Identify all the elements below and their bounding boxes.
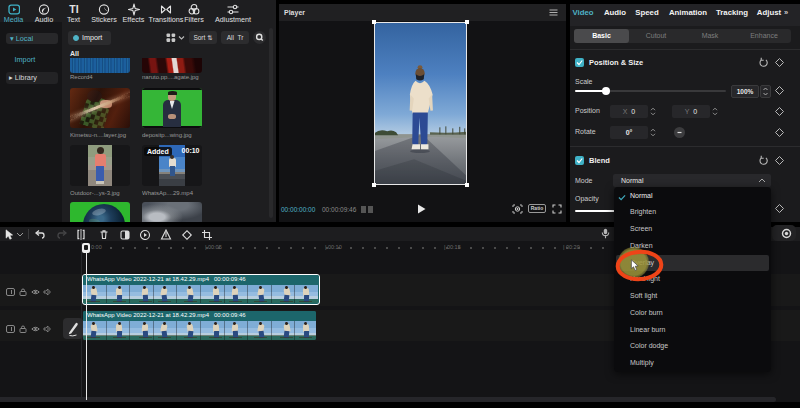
svg-text:TI: TI	[69, 3, 78, 15]
